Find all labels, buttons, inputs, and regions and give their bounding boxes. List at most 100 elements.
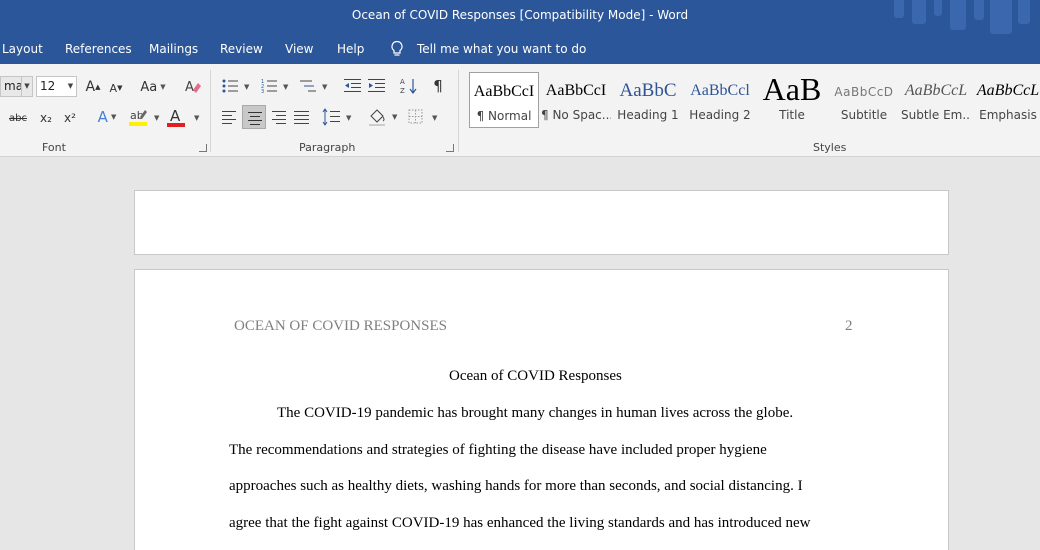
svg-text:▼: ▼ [244,83,250,91]
svg-text:▼: ▼ [432,114,438,122]
svg-text:▼: ▼ [283,83,289,91]
paragraph-dialog-launcher-icon[interactable] [446,144,454,152]
svg-text:▼: ▼ [322,83,328,91]
chevron-down-icon[interactable]: ▼ [154,114,159,122]
justify-icon[interactable] [293,110,311,124]
style-heading-2[interactable]: AaBbCcl Heading 2 [685,72,755,128]
style-preview: AaBbCcl [690,82,750,99]
strikethrough-icon: abc [9,112,27,124]
menu-help[interactable]: Help [337,42,364,56]
menu-mailings[interactable]: Mailings [149,42,198,56]
title-bar: Ocean of COVID Responses [Compatibility … [0,0,1040,34]
font-size-value: 12 [40,79,56,93]
numbering-icon[interactable]: 123 ▼ [261,78,291,94]
chevron-down-icon[interactable]: ▼ [65,77,76,96]
bullets-icon[interactable]: ▼ [222,78,252,94]
align-center-icon [248,112,262,125]
change-case-button[interactable]: Aa ▼ [137,78,169,96]
text-effects-icon: A [97,108,108,126]
paragraph-group-label: Paragraph [299,141,356,154]
align-right-icon[interactable] [270,110,288,124]
document-canvas[interactable]: OCEAN OF COVID RESPONSES 2 Ocean of COVI… [0,158,1040,550]
menu-references[interactable]: References [65,42,132,56]
font-dialog-launcher-icon[interactable] [199,144,207,152]
document-title: Ocean of COVID Responses [449,368,622,384]
style-name: Subtitle [840,108,888,122]
grow-font-button[interactable]: A ▲ [85,78,101,96]
style-preview: AaBbCcD [834,85,894,99]
strikethrough-button[interactable]: abc [6,110,30,126]
multilevel-list-icon[interactable]: ▼ [300,78,330,94]
style-name: Title [779,108,805,122]
svg-text:A: A [400,78,405,86]
line-spacing-icon[interactable]: ▼ [322,108,354,126]
subscript-button[interactable]: x₂ [36,109,56,127]
font-size-combo[interactable]: 12 ▼ [36,76,77,97]
style-name: Heading 1 [617,108,679,122]
style-title[interactable]: AaB Title [757,72,827,128]
style-emphasis[interactable]: AaBbCcL Emphasis [973,72,1040,128]
shrink-font-icon: A [109,81,118,95]
font-color-bar [167,123,185,127]
font-group-label: Font [42,141,66,154]
body-line: The recommendations and strategies of fi… [229,442,767,458]
style-subtle-emphasis[interactable]: AaBbCcL Subtle Em... [901,72,971,128]
styles-group-label: Styles [813,141,847,154]
body-line: agree that the fight against COVID-19 ha… [229,515,811,531]
sort-icon[interactable]: AZ [400,77,418,95]
style-name: Emphasis [979,108,1037,122]
superscript-button[interactable]: x² [60,109,80,127]
style-heading-1[interactable]: AaBbC Heading 1 [613,72,683,128]
font-color-button[interactable]: A [166,107,188,129]
show-formatting-button[interactable]: ¶ [430,77,446,95]
style-name: ¶ Normal [476,109,532,123]
style-name: Subtle Em... [901,108,971,122]
svg-text:Z: Z [400,87,405,95]
style-preview: AaBbCcI [545,82,607,99]
chevron-down-icon[interactable]: ▼ [21,77,32,96]
font-name-combo[interactable]: ma ▼ [0,76,33,97]
style-no-spacing[interactable]: AaBbCcI ¶ No Spac... [541,72,611,128]
group-separator [210,70,211,152]
svg-text:3: 3 [261,89,264,94]
superscript-icon: x² [64,111,76,125]
title-bar-pattern [890,0,1040,34]
style-preview: AaBbC [619,80,677,101]
style-preview: AaBbCcL [976,82,1040,99]
menu-layout[interactable]: Layout [2,42,43,56]
ribbon: ma ▼ 12 ▼ A ▲ A ▼ Aa ▼ A abc x₂ x² A ▼ ab ▼ … [0,64,1040,157]
svg-text:▼: ▼ [346,114,352,122]
increase-indent-icon[interactable] [368,78,386,94]
style-preview: AaBbCcL [904,82,968,99]
highlight-icon[interactable]: ab [129,107,149,127]
clear-formatting-icon[interactable]: A [184,78,202,96]
pilcrow-icon: ¶ [433,77,443,95]
style-name: ¶ No Spac... [541,108,611,122]
menu-bar: Layout References Mailings Review View H… [0,34,1040,64]
style-subtitle[interactable]: AaBbCcD Subtitle [829,72,899,128]
text-effects-button[interactable]: A ▼ [92,107,122,127]
align-left-icon[interactable] [221,110,239,124]
decrease-indent-icon[interactable] [344,78,362,94]
align-center-button[interactable] [242,105,266,129]
shading-icon[interactable]: ▼ [368,107,400,127]
style-preview: AaBbCcI [473,83,535,100]
group-separator [458,70,459,152]
style-preview: AaB [762,72,822,106]
page-number: 2 [845,318,853,334]
page-2[interactable]: OCEAN OF COVID RESPONSES 2 Ocean of COVI… [134,269,949,550]
shrink-font-button[interactable]: A ▼ [108,80,124,96]
page-1[interactable] [134,190,949,255]
borders-icon[interactable]: ▼ [408,108,440,126]
menu-review[interactable]: Review [220,42,263,56]
window-title: Ocean of COVID Responses [Compatibility … [351,8,689,22]
menu-view[interactable]: View [285,42,313,56]
tell-me-search[interactable]: Tell me what you want to do [417,42,586,56]
style-normal[interactable]: AaBbCcI ¶ Normal [469,72,539,128]
subscript-icon: x₂ [40,111,52,125]
body-line: The COVID-19 pandemic has brought many c… [277,405,794,421]
chevron-down-icon[interactable]: ▼ [194,114,199,122]
body-line: approaches such as healthy diets, washin… [229,478,803,494]
grow-font-icon: A [85,79,96,95]
svg-text:A: A [185,80,194,95]
